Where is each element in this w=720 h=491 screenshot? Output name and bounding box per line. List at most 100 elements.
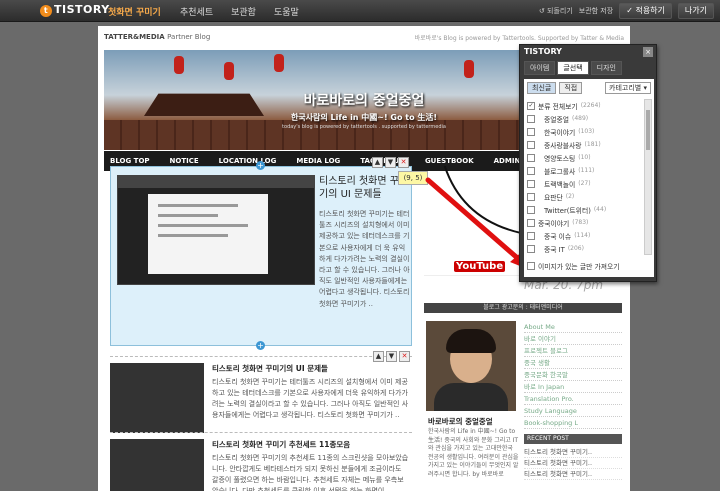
panel-category-item[interactable]: 중얼중얼 (489) bbox=[527, 112, 643, 125]
tab-design[interactable]: 디자인 bbox=[590, 61, 622, 75]
lantern-icon bbox=[174, 56, 184, 74]
nav-admin[interactable]: ADMIN bbox=[494, 157, 521, 165]
post-thumbnail[interactable] bbox=[110, 363, 204, 433]
category-item[interactable]: Book-shopping L bbox=[524, 417, 622, 429]
youtube-logo[interactable]: YouTube bbox=[454, 261, 506, 272]
panel-category-item[interactable]: ✓ 분류 전체보기 (2264) bbox=[527, 99, 643, 112]
post-title[interactable]: 티스토리 첫화면 꾸미기의 UI 문제들 bbox=[212, 363, 328, 374]
nav-storage[interactable]: 보관함 bbox=[231, 5, 256, 18]
tistory-logo[interactable]: t TISTORY bbox=[40, 3, 110, 17]
category-checkbox[interactable] bbox=[527, 140, 535, 149]
panel-header[interactable]: TISTORY × bbox=[520, 45, 656, 59]
category-count: (111) bbox=[578, 167, 595, 174]
nav-guestbook[interactable]: GUESTBOOK bbox=[425, 157, 474, 165]
category-checkbox[interactable] bbox=[527, 244, 535, 253]
panel-category-item[interactable]: Twitter(트위터) (44) bbox=[527, 203, 643, 216]
category-checkbox[interactable] bbox=[527, 114, 535, 123]
move-down-icon[interactable]: ▼ bbox=[385, 157, 396, 168]
recent-post-item[interactable]: 티스토리 첫화면 꾸미기.. bbox=[524, 469, 622, 480]
post-list-item[interactable]: ▲ ▼ ✕ 티스토리 첫화면 꾸미기의 UI 문제들 티스토리 첫화면 꾸미기는… bbox=[110, 351, 412, 436]
panel-tabs: 아이템 글선택 디자인 bbox=[520, 59, 656, 77]
category-checkbox[interactable] bbox=[527, 153, 535, 162]
category-count: (2264) bbox=[580, 102, 601, 109]
scroll-thumb[interactable] bbox=[646, 110, 650, 150]
nav-location-log[interactable]: LOCATION LOG bbox=[219, 157, 277, 165]
post-thumbnail[interactable] bbox=[110, 439, 204, 491]
category-count: (27) bbox=[578, 180, 591, 187]
category-checkbox[interactable] bbox=[527, 218, 535, 227]
category-count: (783) bbox=[572, 219, 589, 226]
nav-help[interactable]: 도움말 bbox=[274, 5, 299, 18]
category-select[interactable]: 카테고리별 ▾ bbox=[605, 82, 651, 94]
post-title[interactable]: 티스토리 첫화면 꾸미기 추천세트 11종모음 bbox=[212, 439, 350, 450]
category-checkbox[interactable] bbox=[527, 231, 535, 240]
category-name: Twitter(트위터) bbox=[544, 206, 591, 215]
post-thumbnail[interactable] bbox=[117, 175, 315, 285]
category-checkbox[interactable] bbox=[527, 127, 535, 136]
category-name: 한국이야기 bbox=[544, 128, 576, 137]
category-checkbox[interactable] bbox=[527, 192, 535, 201]
panel-category-item[interactable]: 중국 이슈 (114) bbox=[527, 229, 643, 242]
category-item[interactable]: 중국문화 한국말 bbox=[524, 369, 622, 381]
category-item[interactable]: Translation Pro. bbox=[524, 393, 622, 405]
category-checkbox[interactable] bbox=[527, 179, 535, 188]
category-item[interactable]: About Me bbox=[524, 321, 622, 333]
panel-category-item[interactable]: 중국이야기 (783) bbox=[527, 216, 643, 229]
move-up-icon[interactable]: ▲ bbox=[372, 157, 383, 168]
nav-blog-top[interactable]: BLOG TOP bbox=[110, 157, 150, 165]
ad-inquiry-bar[interactable]: 블로그 광고문의 : 태터앤미디어 bbox=[424, 303, 622, 313]
tattermedia-logo: TATTER&MEDIA Partner Blog bbox=[104, 33, 211, 41]
profile-name: 바로바로의 중얼중얼 bbox=[428, 417, 493, 426]
add-block-icon[interactable]: + bbox=[256, 161, 265, 170]
panel-category-item[interactable]: 중사랑블사랑 (181) bbox=[527, 138, 643, 151]
nav-recommend-set[interactable]: 추천세트 bbox=[180, 5, 213, 18]
tab-item[interactable]: 아이템 bbox=[524, 61, 556, 75]
category-checkbox[interactable]: ✓ bbox=[527, 101, 535, 110]
apply-button[interactable]: ✓ 적용하기 bbox=[619, 3, 672, 19]
scrollbar[interactable] bbox=[644, 99, 652, 255]
thumb-body bbox=[148, 194, 268, 274]
image-only-label: 이미지가 있는 글만 가져오기 bbox=[538, 263, 620, 271]
recent-post-item[interactable]: 티스토리 첫화면 꾸미기.. bbox=[524, 458, 622, 469]
undo-link[interactable]: ↺ 되돌리기 bbox=[539, 6, 573, 16]
exit-button[interactable]: 나가기 bbox=[677, 3, 714, 19]
thumb-line bbox=[158, 204, 238, 207]
delete-block-icon[interactable]: ✕ bbox=[398, 157, 409, 168]
category-name: 영양토스팅 bbox=[544, 154, 576, 163]
image-only-checkbox[interactable] bbox=[527, 262, 535, 270]
panel-category-item[interactable]: 요판단 (2) bbox=[527, 190, 643, 203]
tab-post-select[interactable]: 글선택 bbox=[557, 61, 589, 75]
panel-category-item[interactable]: 트랙백놀이 (27) bbox=[527, 177, 643, 190]
category-item[interactable]: 프로젝트 블로그 bbox=[524, 345, 622, 357]
thumb-line bbox=[158, 234, 228, 237]
move-up-icon[interactable]: ▲ bbox=[373, 351, 384, 362]
category-checkbox[interactable] bbox=[527, 205, 535, 214]
nav-notice[interactable]: NOTICE bbox=[170, 157, 199, 165]
panel-category-item[interactable]: 블로그롤사 (111) bbox=[527, 164, 643, 177]
image-only-option[interactable]: 이미지가 있는 글만 가져오기 bbox=[527, 261, 620, 271]
lantern-icon bbox=[224, 62, 234, 80]
category-count: (489) bbox=[572, 115, 589, 122]
manual-button[interactable]: 직접 bbox=[559, 82, 583, 94]
category-item[interactable]: Study Language bbox=[524, 405, 622, 417]
panel-category-item[interactable]: 한국이야기 (103) bbox=[527, 125, 643, 138]
category-name: 트랙백놀이 bbox=[544, 180, 576, 189]
nav-media-log[interactable]: MEDIA LOG bbox=[296, 157, 340, 165]
delete-block-icon[interactable]: ✕ bbox=[399, 351, 410, 362]
close-icon[interactable]: × bbox=[643, 47, 653, 57]
category-item[interactable]: 바로 이야기 bbox=[524, 333, 622, 345]
category-checkbox[interactable] bbox=[527, 166, 535, 175]
category-item[interactable]: 바로 In Japan bbox=[524, 381, 622, 393]
add-block-icon[interactable]: + bbox=[256, 341, 265, 350]
move-down-icon[interactable]: ▼ bbox=[386, 351, 397, 362]
category-name: 중국 IT bbox=[544, 245, 565, 254]
recent-post-item[interactable]: 티스토리 첫화면 꾸미기.. bbox=[524, 447, 622, 458]
latest-posts-button[interactable]: 최신글 bbox=[527, 82, 557, 94]
post-list-item[interactable]: 티스토리 첫화면 꾸미기 추천세트 11종모음 티스토리 첫화면 꾸미기의 추천… bbox=[110, 432, 412, 491]
save-storage-link[interactable]: 보관함 저장 bbox=[579, 6, 613, 16]
panel-category-item[interactable]: 영양토스팅 (10) bbox=[527, 151, 643, 164]
category-item[interactable]: 중국 생활 bbox=[524, 357, 622, 369]
selected-post-block[interactable]: + ▲ ▼ ✕ 티스토리 첫화면 꾸미기의 UI 문제들 티스토리 첫화면 꾸미… bbox=[110, 157, 412, 350]
panel-category-item[interactable]: 중국 IT (206) bbox=[527, 242, 643, 255]
profile-hair bbox=[446, 329, 496, 353]
